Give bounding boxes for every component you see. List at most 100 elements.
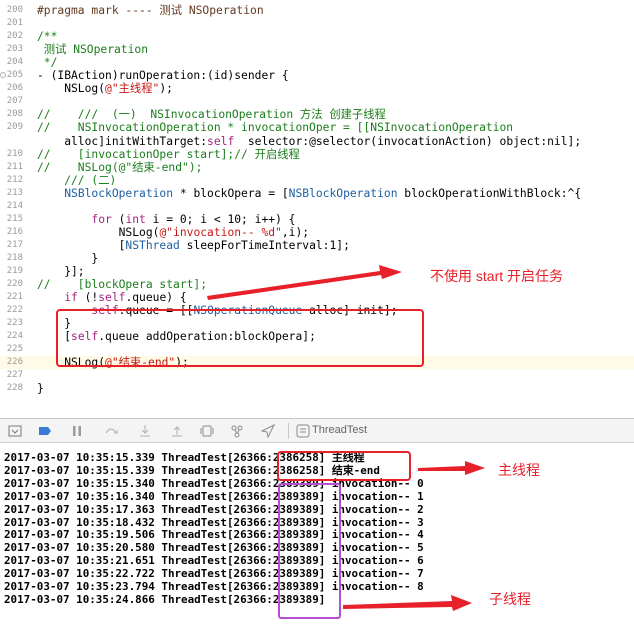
code-text[interactable]: // [blockOpera start];	[37, 278, 207, 291]
code-text[interactable]: }	[37, 252, 98, 265]
code-line[interactable]: 206 NSLog(@"主线程");	[0, 82, 634, 95]
line-number[interactable]: 223	[0, 317, 23, 330]
line-number[interactable]: 201	[0, 17, 23, 30]
main-thread-id-highlight	[277, 451, 411, 481]
code-text[interactable]: if (!self.queue) {	[37, 291, 186, 304]
view-hierarchy-icon[interactable]	[200, 424, 214, 438]
line-number[interactable]: 216	[0, 226, 23, 239]
line-number[interactable]: 214	[0, 200, 23, 213]
code-text[interactable]: /**	[37, 30, 57, 43]
code-line[interactable]: 200 #pragma mark ---- 测试 NSOperation	[0, 4, 634, 17]
line-number[interactable]: 204	[0, 56, 23, 69]
code-text[interactable]: // NSInvocationOperation * invocationOpe…	[37, 121, 513, 134]
code-line[interactable]: 215 for (int i = 0; i < 10; i++) {	[0, 213, 634, 226]
console-line[interactable]: 2017-03-07 10:35:19.506 ThreadTest[26366…	[4, 529, 424, 541]
code-line[interactable]: 205- (IBAction)runOperation:(id)sender {	[0, 69, 634, 82]
memory-graph-icon[interactable]	[230, 424, 244, 438]
console-date: 2017-03-07	[4, 502, 70, 516]
line-number[interactable]: 208	[0, 108, 23, 121]
code-line[interactable]: alloc]initWithTarget:self selector:@sele…	[0, 135, 634, 148]
breakpoints-icon[interactable]	[38, 424, 52, 438]
code-line[interactable]: 201	[0, 17, 634, 30]
code-text[interactable]: alloc]initWithTarget:self selector:@sele…	[37, 135, 581, 148]
code-text[interactable]: /// (二)	[37, 174, 116, 187]
code-line[interactable]: 227	[0, 369, 634, 382]
code-line[interactable]: 217 [NSThread sleepForTimeInterval:1];	[0, 239, 634, 252]
line-number[interactable]: 227	[0, 369, 23, 382]
line-number[interactable]: 218	[0, 252, 23, 265]
step-over-icon[interactable]	[104, 424, 118, 438]
code-text[interactable]: for (int i = 0; i < 10; i++) {	[37, 213, 295, 226]
debug-bar: ThreadTest	[0, 419, 634, 443]
code-line[interactable]: 221 if (!self.queue) {	[0, 291, 634, 304]
line-number[interactable]: 200	[0, 4, 23, 17]
pause-icon[interactable]	[70, 424, 84, 438]
location-icon[interactable]	[261, 424, 275, 438]
line-number[interactable]: 221	[0, 291, 23, 304]
console-date: 2017-03-07	[4, 541, 70, 555]
line-number[interactable]: 224	[0, 330, 23, 343]
console-line[interactable]: 2017-03-07 10:35:23.794 ThreadTest[26366…	[4, 581, 424, 593]
code-text[interactable]: // [invocationOper start];// 开启线程	[37, 148, 300, 161]
console-line[interactable]: 2017-03-07 10:35:20.580 ThreadTest[26366…	[4, 542, 424, 554]
console-line[interactable]: 2017-03-07 10:35:21.651 ThreadTest[26366…	[4, 555, 424, 567]
code-line[interactable]: 218 }	[0, 252, 634, 265]
code-line[interactable]: 212 /// (二)	[0, 174, 634, 187]
line-number[interactable]: 212	[0, 174, 23, 187]
code-line[interactable]: 202 /**	[0, 30, 634, 43]
code-line[interactable]: 204 */	[0, 56, 634, 69]
code-line[interactable]: 207	[0, 95, 634, 108]
line-number[interactable]: 202	[0, 30, 23, 43]
line-number[interactable]: 211	[0, 161, 23, 174]
code-text[interactable]: // NSLog(@"结束-end");	[37, 161, 202, 174]
line-number[interactable]: 215	[0, 213, 23, 226]
code-text[interactable]: NSLog(@"主线程");	[37, 82, 173, 95]
line-number[interactable]: 203	[0, 43, 23, 56]
code-line[interactable]: 213 NSBlockOperation * blockOpera = [NSB…	[0, 187, 634, 200]
code-text[interactable]: }	[37, 382, 44, 395]
code-line[interactable]: 208 // /// (一) NSInvocationOperation 方法 创…	[0, 108, 634, 121]
console-line[interactable]: 2017-03-07 10:35:17.363 ThreadTest[26366…	[4, 502, 424, 516]
console-line[interactable]: 2017-03-07 10:35:16.340 ThreadTest[26366…	[4, 490, 424, 503]
console-line[interactable]: 2017-03-07 10:35:18.432 ThreadTest[26366…	[4, 515, 424, 529]
code-text[interactable]: NSBlockOperation * blockOpera = [NSBlock…	[37, 187, 581, 200]
line-number[interactable]: 209	[0, 121, 23, 134]
console-process: ThreadTest[26366:	[161, 528, 273, 542]
code-text[interactable]: #pragma mark ---- 测试 NSOperation	[37, 4, 264, 17]
code-text[interactable]: }];	[37, 265, 84, 278]
code-line[interactable]: 203 测试 NSOperation	[0, 43, 634, 56]
line-number[interactable]: 228	[0, 382, 23, 395]
target-label[interactable]: ThreadTest	[312, 424, 367, 436]
code-text[interactable]: [NSThread sleepForTimeInterval:1];	[37, 239, 350, 252]
line-number[interactable]: 213	[0, 187, 23, 200]
code-text[interactable]: */	[37, 56, 58, 69]
code-text[interactable]: NSLog(@"invocation-- %d",i);	[37, 226, 309, 239]
code-line[interactable]: 228}	[0, 382, 634, 395]
line-number[interactable]: 206	[0, 82, 23, 95]
code-text[interactable]: 测试 NSOperation	[37, 43, 148, 56]
code-line[interactable]: 216 NSLog(@"invocation-- %d",i);	[0, 226, 634, 239]
line-number[interactable]: 217	[0, 239, 23, 252]
code-line[interactable]: 211 // NSLog(@"结束-end");	[0, 161, 634, 174]
line-number[interactable]: 225	[0, 343, 23, 356]
console-time: 10:35:24.866	[76, 592, 155, 606]
code-text[interactable]: - (IBAction)runOperation:(id)sender {	[37, 69, 289, 82]
main-thread-note: 主线程	[498, 462, 540, 478]
line-number[interactable]: 210	[0, 148, 23, 161]
step-into-icon[interactable]	[138, 424, 152, 438]
step-out-icon[interactable]	[170, 424, 184, 438]
console-line[interactable]: 2017-03-07 10:35:22.722 ThreadTest[26366…	[4, 568, 424, 580]
code-line[interactable]: 210 // [invocationOper start];// 开启线程	[0, 148, 634, 161]
line-number[interactable]: 219	[0, 265, 23, 278]
console-time: 10:35:18.432	[76, 515, 155, 529]
line-number[interactable]: 226	[0, 356, 23, 369]
hide-debug-area-icon[interactable]	[8, 424, 22, 438]
code-line[interactable]: 214	[0, 200, 634, 213]
console-process: ThreadTest[26366:	[161, 554, 273, 568]
line-number[interactable]: 222	[0, 304, 23, 317]
console-time: 10:35:21.651	[76, 554, 155, 568]
line-number[interactable]: 207	[0, 95, 23, 108]
code-text[interactable]: // /// (一) NSInvocationOperation 方法 创建子线…	[37, 108, 386, 121]
code-line[interactable]: 209 // NSInvocationOperation * invocation…	[0, 121, 634, 134]
line-number[interactable]: 220	[0, 278, 23, 291]
